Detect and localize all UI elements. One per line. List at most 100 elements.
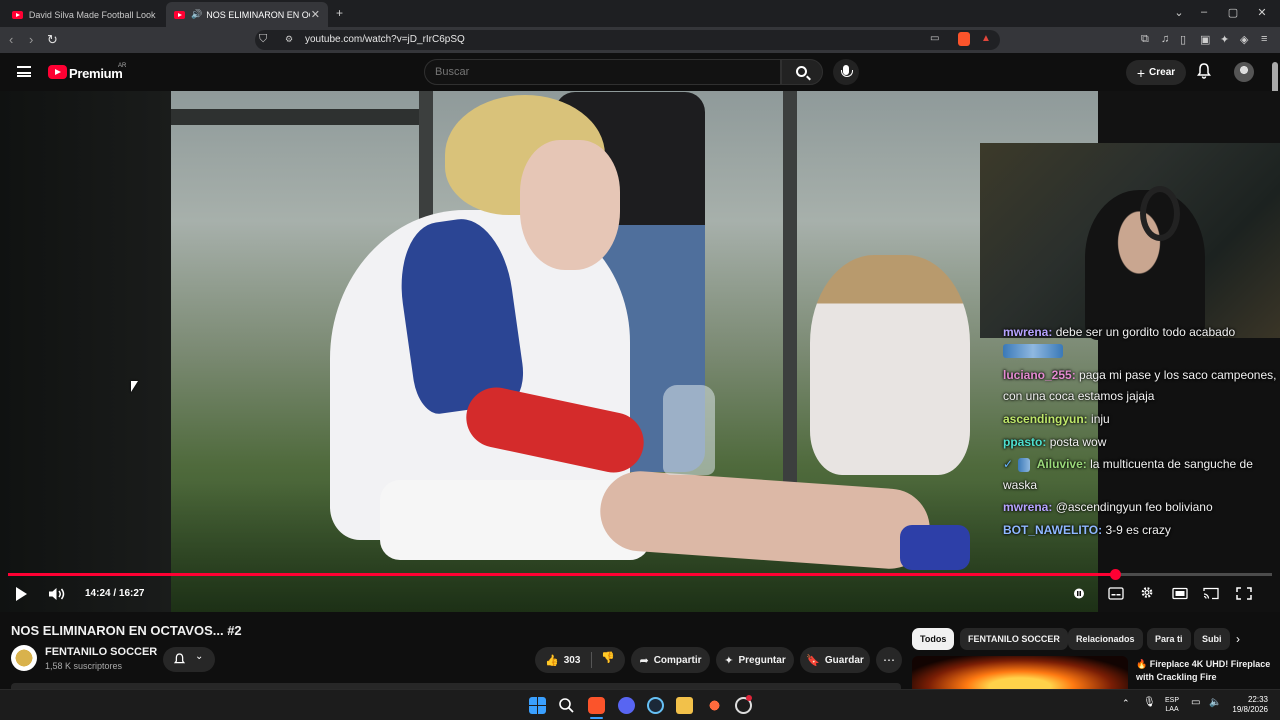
- progress-fill: [8, 573, 1115, 576]
- chevron-down-icon: ⌄: [195, 651, 204, 662]
- headset: [1140, 186, 1180, 241]
- steam-icon[interactable]: [647, 697, 664, 714]
- hamburger-menu-icon[interactable]: [17, 66, 31, 77]
- share-label: Compartir: [653, 654, 702, 666]
- chat-message: ascendingyun: inju: [1003, 408, 1280, 430]
- chat-emote: [1003, 344, 1063, 358]
- network-icon[interactable]: ▭: [1191, 697, 1200, 708]
- speaker-icon[interactable]: 🔈: [1209, 697, 1221, 708]
- chip-subidos[interactable]: Subi: [1194, 628, 1230, 650]
- chip-relacionados[interactable]: Relacionados: [1068, 628, 1143, 650]
- lang-line-1: ESP: [1165, 697, 1180, 704]
- chat-text: posta wow: [1049, 435, 1107, 449]
- like-button[interactable]: 👍 303: [545, 654, 580, 667]
- bookmark-icon[interactable]: ⛉: [259, 33, 267, 46]
- subtitles-icon[interactable]: [1108, 587, 1124, 600]
- chat-message: ✓ Ailuvive: la multicuenta de sanguche d…: [1003, 454, 1280, 496]
- close-tab-icon[interactable]: ✕: [311, 8, 320, 21]
- tab-search-chevron-icon[interactable]: ⌄: [1172, 6, 1186, 19]
- brave-rewards-icon[interactable]: ▲: [981, 33, 991, 44]
- app-icon[interactable]: [706, 697, 723, 714]
- search-button[interactable]: [781, 59, 823, 85]
- progress-bar[interactable]: [8, 569, 1272, 580]
- fire-icon: 🔥: [1136, 659, 1148, 669]
- recommendation-thumbnail[interactable]: [912, 656, 1128, 690]
- chat-username: mwrena:: [1003, 500, 1053, 514]
- clock[interactable]: 22:33 19/8/2026: [1228, 695, 1268, 715]
- youtube-favicon-icon: [12, 10, 23, 19]
- tab-label: David Silva Made Football Look Easy: [28, 9, 156, 20]
- cast-icon[interactable]: ▭: [930, 33, 939, 44]
- settings-gear-icon[interactable]: [1139, 586, 1155, 599]
- volume-icon[interactable]: [48, 587, 66, 601]
- chat-message: mwrena: debe ser un gordito todo acabado: [1003, 321, 1280, 343]
- minimize-button[interactable]: –: [1197, 6, 1211, 18]
- close-window-button[interactable]: ✕: [1255, 6, 1269, 19]
- youtube-header: Premium AR + Crear: [0, 53, 1280, 91]
- brave-browser-icon[interactable]: [588, 697, 605, 714]
- plus-icon: +: [1136, 64, 1146, 81]
- maximize-button[interactable]: ▢: [1226, 6, 1240, 19]
- search-icon[interactable]: [558, 697, 575, 714]
- channel-avatar[interactable]: [11, 645, 37, 671]
- windows-start-icon[interactable]: [529, 697, 546, 714]
- tray-chevron-up-icon[interactable]: ⌃: [1122, 698, 1130, 709]
- voice-search-button[interactable]: [833, 59, 859, 85]
- wallet-icon[interactable]: ▣: [1200, 33, 1210, 46]
- thumbs-up-icon: 👍: [545, 654, 559, 667]
- more-actions-button[interactable]: ⋯: [876, 647, 902, 673]
- microphone-icon[interactable]: 🎙: [1143, 697, 1156, 708]
- dislike-button[interactable]: 👎: [601, 651, 615, 664]
- chat-text: 3-9 es crazy: [1105, 523, 1171, 537]
- file-explorer-icon[interactable]: [676, 697, 693, 714]
- chip-channel[interactable]: FENTANILO SOCCER: [960, 628, 1068, 650]
- address-bar[interactable]: ⛉ ⚙ youtube.com/watch?v=jD_rIrC6pSQ ▭ ▲: [255, 30, 1000, 50]
- menu-icon[interactable]: ≡: [1261, 33, 1267, 45]
- autoplay-toggle-icon[interactable]: [1073, 587, 1089, 600]
- sidebar-icon[interactable]: ▯: [1180, 33, 1186, 46]
- new-tab-button[interactable]: +: [336, 6, 343, 20]
- fence-bar: [171, 109, 431, 125]
- theater-mode-icon[interactable]: [1172, 587, 1188, 600]
- leo-ai-icon[interactable]: ✦: [1220, 33, 1229, 46]
- site-info-icon[interactable]: ⚙: [285, 34, 293, 45]
- account-avatar[interactable]: [1234, 62, 1254, 82]
- tab-david-silva[interactable]: David Silva Made Football Look Easy: [4, 2, 164, 27]
- ask-button[interactable]: ✦ Preguntar: [716, 647, 794, 673]
- forward-button[interactable]: ›: [29, 32, 33, 47]
- fence-post: [783, 91, 797, 521]
- chip-para-ti[interactable]: Para ti: [1147, 628, 1191, 650]
- time-display: 14:24 / 16:27: [85, 588, 145, 599]
- input-language[interactable]: ESP LAA: [1165, 696, 1179, 714]
- chevron-right-icon[interactable]: ›: [1236, 632, 1240, 646]
- fullscreen-icon[interactable]: [1236, 587, 1252, 600]
- extensions-icon[interactable]: ⧉: [1141, 33, 1149, 46]
- play-button[interactable]: [16, 587, 27, 601]
- tab-nos-eliminaron[interactable]: 🔊 NOS ELIMINARON EN OCTAVOS ✕: [166, 2, 328, 27]
- share-button[interactable]: ➦ Compartir: [631, 647, 710, 673]
- save-button[interactable]: 🔖 Guardar: [800, 647, 870, 673]
- subscription-bell-button[interactable]: ⌄: [163, 647, 215, 672]
- brave-shields-icon[interactable]: [958, 32, 970, 46]
- create-label: Crear: [1149, 67, 1176, 78]
- search-input[interactable]: [424, 59, 781, 85]
- reload-button[interactable]: ↻: [47, 32, 58, 48]
- recommendation-title[interactable]: 🔥 Fireplace 4K UHD! Fireplace with Crack…: [1136, 658, 1276, 684]
- vpn-icon[interactable]: ◈: [1240, 33, 1248, 46]
- chat-username: BOT_NAWELITO:: [1003, 523, 1103, 537]
- sparkle-icon: ✦: [724, 654, 734, 667]
- media-icon[interactable]: ♫: [1161, 33, 1169, 45]
- channel-name[interactable]: FENTANILO SOCCER: [45, 646, 157, 658]
- cast-to-tv-icon[interactable]: [1203, 587, 1219, 600]
- player-sock: [900, 525, 970, 570]
- youtube-logo-icon[interactable]: [48, 65, 67, 79]
- back-button[interactable]: ‹: [9, 32, 13, 47]
- like-dislike-group: 👍 303 👎: [535, 647, 625, 673]
- notifications-bell-icon[interactable]: [1197, 63, 1211, 79]
- clock-time: 22:33: [1247, 695, 1268, 704]
- progress-scrubber[interactable]: [1109, 569, 1121, 580]
- chip-todos[interactable]: Todos: [912, 628, 955, 650]
- browser-tab-bar: David Silva Made Football Look Easy 🔊 NO…: [0, 0, 1280, 27]
- create-button[interactable]: + Crear: [1126, 60, 1186, 85]
- discord-icon[interactable]: [618, 697, 635, 714]
